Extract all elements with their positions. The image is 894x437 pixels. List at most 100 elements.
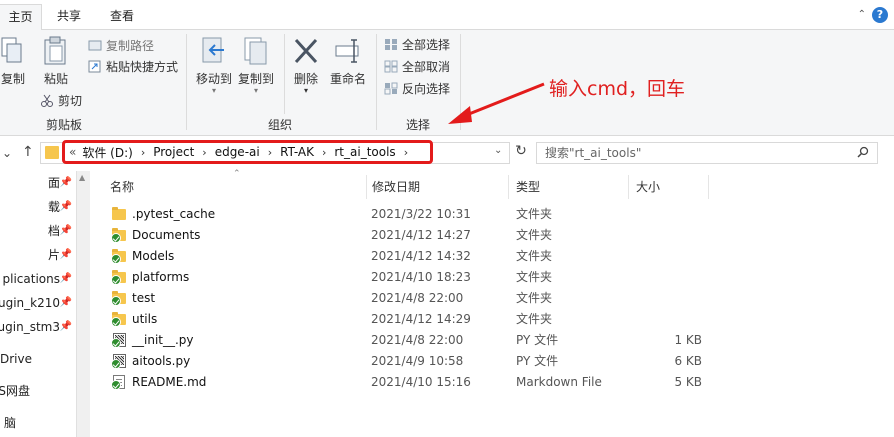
help-icon[interactable]: ?: [872, 7, 888, 23]
scissors-icon: [40, 94, 54, 107]
organize-group-label: 组织: [267, 118, 292, 132]
file-type: 文件夹: [516, 207, 553, 221]
pin-icon: 📌: [59, 177, 72, 188]
folder-icon: [111, 228, 126, 243]
delete-x-icon: [292, 36, 320, 66]
document-icon: [111, 375, 126, 390]
copy-path-button[interactable]: 复制路径: [88, 37, 154, 54]
file-row[interactable]: Models 2021/4/12 14:32 文件夹: [90, 246, 894, 267]
move-to-button[interactable]: 移动到 ▾: [194, 36, 234, 95]
chevron-right-icon[interactable]: ›: [202, 146, 206, 159]
nav-item[interactable]: 载 📌: [0, 196, 76, 218]
copy-button[interactable]: 复制: [0, 36, 26, 87]
file-name: Documents: [132, 228, 201, 242]
nav-item-onedrive[interactable]: eDrive: [0, 348, 76, 370]
file-row[interactable]: README.md 2021/4/10 15:16 Markdown File 5 K…: [90, 372, 894, 393]
copy-to-button[interactable]: 复制到 ▾: [236, 36, 276, 95]
tab-share[interactable]: 共享: [48, 4, 90, 30]
paste-shortcut-icon: [88, 60, 102, 73]
pin-icon: 📌: [59, 273, 72, 284]
nav-item-netdisk[interactable]: S网盘: [0, 380, 76, 402]
nav-item-this-pc[interactable]: 脑: [0, 412, 76, 434]
file-row[interactable]: platforms 2021/4/10 18:23 文件夹: [90, 267, 894, 288]
file-row[interactable]: .pytest_cache 2021/3/22 10:31 文件夹: [90, 204, 894, 225]
breadcrumb-drive[interactable]: 软件 (D:): [82, 144, 132, 161]
tab-view[interactable]: 查看: [100, 4, 144, 30]
copy-icon: [0, 36, 28, 66]
nav-item[interactable]: 面 📌: [0, 172, 76, 194]
sync-status-check-icon: [111, 233, 121, 243]
sync-status-check-icon: [111, 338, 121, 348]
annotation-text: 输入cmd，回车: [549, 78, 686, 100]
column-divider[interactable]: [628, 175, 629, 199]
sort-ascending-icon: ⌃: [233, 169, 241, 179]
copy-label: 复制: [0, 72, 25, 86]
column-divider[interactable]: [508, 175, 509, 199]
breadcrumb-project[interactable]: Project: [153, 145, 194, 159]
select-all-label: 全部选择: [402, 38, 451, 52]
file-size: 5 KB: [674, 375, 702, 389]
column-divider[interactable]: [708, 175, 709, 199]
chevron-right-icon[interactable]: ›: [141, 146, 145, 159]
nav-item[interactable]: 档 📌: [0, 220, 76, 242]
nav-item[interactable]: ugin_k210 📌: [0, 292, 76, 314]
file-name: platforms: [132, 270, 190, 284]
refresh-icon[interactable]: ↻: [512, 143, 530, 163]
address-dropdown-icon[interactable]: ⌄: [494, 145, 502, 156]
ribbon-tab-bar: 主页 共享 查看 ⌃ ?: [0, 0, 894, 30]
navigation-pane: 面 📌 载 📌 档 📌 片 📌 plications 📌 ugin_k210 📌 ugin_…: [0, 171, 76, 437]
nav-item[interactable]: plications 📌: [0, 268, 76, 290]
column-header-date[interactable]: 修改日期: [372, 175, 420, 199]
file-size: 6 KB: [674, 354, 702, 368]
paste-shortcut-button[interactable]: 粘贴快捷方式: [88, 58, 178, 75]
chevron-right-icon[interactable]: ›: [322, 146, 326, 159]
nav-item[interactable]: ugin_stm3 📌: [0, 316, 76, 338]
sync-status-check-icon: [111, 317, 121, 327]
search-icon[interactable]: [857, 146, 869, 158]
column-header-size[interactable]: 大小: [636, 175, 660, 199]
ribbon-collapse-icon[interactable]: ⌃: [858, 9, 866, 20]
cut-button[interactable]: 剪切: [40, 92, 82, 109]
file-date: 2021/4/10 18:23: [371, 270, 471, 284]
delete-button[interactable]: 删除 ▾: [290, 36, 322, 95]
nav-scrollbar[interactable]: ▲: [76, 171, 90, 437]
breadcrumb-edge-ai[interactable]: edge-ai: [215, 145, 260, 159]
file-row[interactable]: Documents 2021/4/12 14:27 文件夹: [90, 225, 894, 246]
file-row[interactable]: __init__.py 2021/4/8 22:00 PY 文件 1 KB: [90, 330, 894, 351]
file-type: 文件夹: [516, 228, 553, 242]
recent-locations-chevron-icon[interactable]: ⌄: [2, 146, 12, 160]
pin-icon: 📌: [59, 321, 72, 332]
scroll-up-icon[interactable]: ▲: [79, 173, 85, 182]
file-size: 1 KB: [674, 333, 702, 347]
column-header-type[interactable]: 类型: [516, 175, 540, 199]
address-row: ⌄ ↑ « 软件 (D:) › Project › edge-ai › RT-A…: [0, 137, 894, 171]
breadcrumb-rt-ai-tools[interactable]: rt_ai_tools: [334, 145, 395, 159]
file-type: PY 文件: [516, 354, 559, 368]
paste-button[interactable]: 粘贴: [40, 36, 72, 87]
breadcrumb-rt-ak[interactable]: RT-AK: [280, 145, 314, 159]
invert-selection-icon: [384, 82, 398, 95]
chevron-right-icon[interactable]: ›: [404, 146, 408, 159]
cut-label: 剪切: [58, 94, 83, 108]
rename-button[interactable]: 重命名: [328, 36, 368, 87]
file-row[interactable]: utils 2021/4/12 14:29 文件夹: [90, 309, 894, 330]
file-name: utils: [132, 312, 158, 326]
folder-icon: [111, 249, 126, 264]
nav-item[interactable]: 片 📌: [0, 244, 76, 266]
copy-path-label: 复制路径: [106, 39, 155, 53]
file-row[interactable]: aitools.py 2021/4/9 10:58 PY 文件 6 KB: [90, 351, 894, 372]
tab-home[interactable]: 主页: [0, 4, 42, 30]
file-type: 文件夹: [516, 291, 553, 305]
copy-path-icon: [88, 39, 102, 52]
column-header-name[interactable]: 名称: [110, 175, 134, 199]
file-date: 2021/4/8 22:00: [371, 333, 464, 347]
search-input[interactable]: 搜索"rt_ai_tools": [536, 142, 878, 164]
file-date: 2021/3/22 10:31: [371, 207, 471, 221]
breadcrumb[interactable]: « 软件 (D:) › Project › edge-ai › RT-AK › …: [62, 140, 433, 164]
file-row[interactable]: test 2021/4/8 22:00 文件夹: [90, 288, 894, 309]
chevron-right-icon[interactable]: ›: [268, 146, 272, 159]
breadcrumb-overflow[interactable]: «: [69, 145, 76, 159]
up-arrow-icon[interactable]: ↑: [22, 144, 34, 160]
select-all-button[interactable]: 全部选择: [384, 36, 450, 53]
column-divider[interactable]: [366, 175, 367, 199]
